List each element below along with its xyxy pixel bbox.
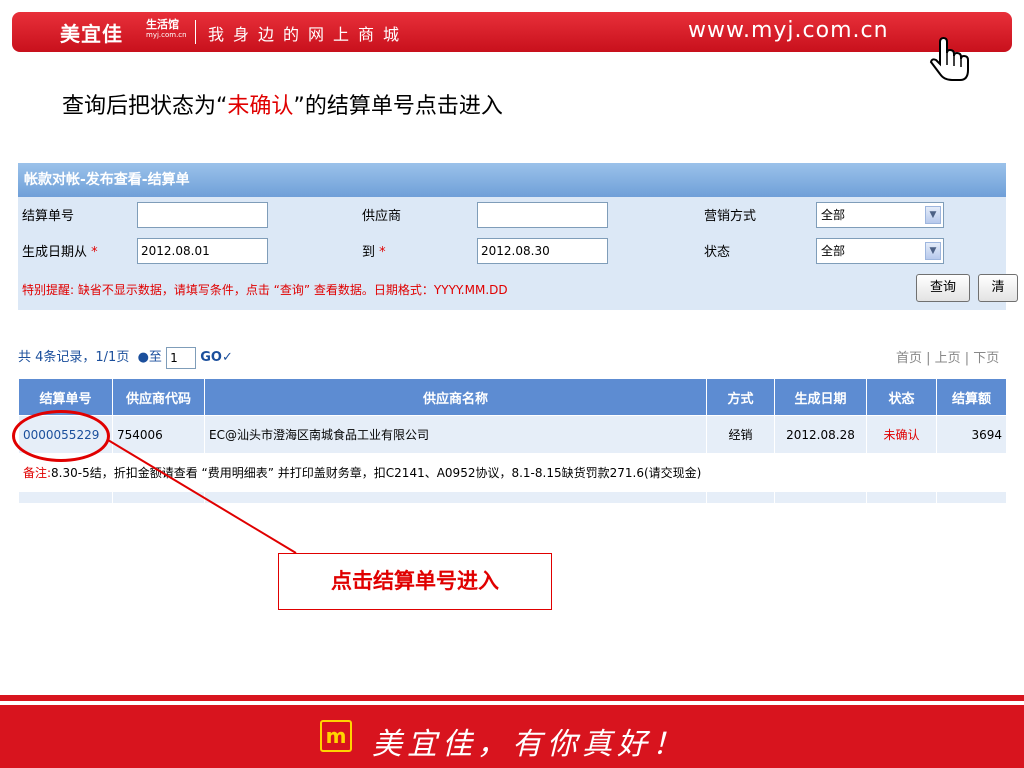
status-value: 全部	[821, 244, 846, 258]
callout-box: 点击结算单号进入	[278, 553, 552, 610]
logo-mark: m	[325, 724, 347, 748]
query-form: 结算单号 供应商 营销方式 全部 ▼ 生成日期从 * 到 * 状态 全部 ▼ 特…	[18, 197, 1018, 310]
date-cell: 2012.08.28	[774, 415, 867, 454]
supplier-input[interactable]	[477, 202, 608, 228]
footer-divider	[0, 695, 1024, 701]
footer-bar: m 美宜佳，有你真好！	[0, 705, 1024, 768]
required-mark: *	[91, 245, 98, 260]
brand-subtitle: 生活馆 myj.com.cn	[146, 18, 187, 40]
date-to-label: 到 *	[362, 241, 386, 260]
date-from-input[interactable]	[137, 238, 268, 264]
top-banner: 美宜佳 生活馆 myj.com.cn 我身边的网上商城 www.myj.com.…	[12, 12, 1012, 52]
partial-cell	[204, 491, 707, 504]
record-summary: 共 4条记录，1/1页	[18, 350, 130, 365]
date-to-input[interactable]	[477, 238, 608, 264]
supplier-label: 供应商	[362, 209, 402, 224]
highlight-ring	[12, 410, 110, 462]
status-cell: 未确认	[866, 415, 937, 454]
status-label: 状态	[704, 245, 731, 260]
col-header-status[interactable]: 状态	[866, 378, 937, 416]
status-select[interactable]: 全部 ▼	[816, 238, 944, 264]
query-button[interactable]: 查询	[916, 274, 970, 302]
special-hint: 特别提醒: 缺省不显示数据，请填写条件，点击 “查询” 查看数据。日期格式：YY…	[22, 283, 508, 297]
chevron-down-icon[interactable]: ▼	[925, 206, 941, 224]
partial-cell	[112, 491, 205, 504]
site-url-link[interactable]: www.myj.com.cn	[688, 18, 889, 43]
goto-label: ●至	[137, 350, 162, 365]
brand-sub-domain: myj.com.cn	[146, 31, 187, 39]
supplier-name-cell: EC@汕头市澄海区南城食品工业有限公司	[204, 415, 707, 454]
partial-cell	[936, 491, 1007, 504]
sales-mode-select[interactable]: 全部 ▼	[816, 202, 944, 228]
sales-mode-value: 全部	[821, 208, 846, 222]
settlement-no-label: 结算单号	[22, 209, 75, 224]
table-row: 0000055229 754006 EC@汕头市澄海区南城食品工业有限公司 经销…	[18, 415, 1007, 454]
clear-button[interactable]: 清	[978, 274, 1018, 302]
note-cell: 备注:8.30-5结，折扣金额请查看 “费用明细表” 并打印盖财务章，扣C214…	[18, 453, 1007, 492]
hand-pointer-icon	[929, 36, 969, 81]
date-from-label-text: 生成日期从	[22, 245, 88, 260]
instruction-text: 查询后把状态为“未确认”的结算单号点击进入	[62, 88, 503, 120]
page-number-input[interactable]: 1	[166, 346, 197, 369]
chevron-down-icon[interactable]: ▼	[925, 242, 941, 260]
col-header-amount[interactable]: 结算额	[936, 378, 1007, 416]
banner-divider	[195, 20, 196, 44]
partial-cell	[18, 491, 113, 504]
note-text: 8.30-5结，折扣金额请查看 “费用明细表” 并打印盖财务章，扣C2141、A…	[51, 466, 702, 480]
required-mark: *	[379, 245, 386, 260]
instruction-prefix: 查询后把状态为“	[62, 94, 228, 119]
pager[interactable]: 首页 | 上页 | 下页	[896, 347, 999, 366]
date-from-label: 生成日期从 *	[22, 241, 98, 260]
banner-slogan: 我身边的网上商城	[208, 25, 409, 44]
instruction-highlight: 未确认	[227, 94, 294, 119]
partial-cell	[774, 491, 867, 504]
table-row-partial	[18, 491, 1007, 504]
mode-cell: 经销	[706, 415, 775, 454]
table-header-row: 结算单号 供应商代码 供应商名称 方式 生成日期 状态 结算额	[18, 378, 1007, 416]
date-to-label-text: 到	[362, 245, 376, 260]
footer-slogan: 美宜佳，有你真好！	[372, 727, 687, 762]
brand-sub-main: 生活馆	[146, 18, 179, 31]
amount-cell: 3694	[936, 415, 1007, 454]
col-header-supplier-code[interactable]: 供应商代码	[112, 378, 205, 416]
records-bar: 共 4条记录，1/1页 ●至 1 GO✓	[18, 346, 233, 369]
note-label: 备注:	[23, 466, 52, 480]
col-header-supplier-name[interactable]: 供应商名称	[204, 378, 707, 416]
settlement-table: 结算单号 供应商代码 供应商名称 方式 生成日期 状态 结算额 00000552…	[18, 378, 1007, 504]
brand-logo-text: 美宜佳	[60, 22, 123, 46]
supplier-code-cell: 754006	[112, 415, 205, 454]
partial-cell	[866, 491, 937, 504]
col-header-mode[interactable]: 方式	[706, 378, 775, 416]
go-button[interactable]: GO✓	[200, 350, 233, 365]
panel-title: 帐款对帐-发布查看-结算单	[18, 163, 1006, 197]
myj-logo-icon: m	[320, 720, 352, 752]
partial-cell	[706, 491, 775, 504]
col-header-date[interactable]: 生成日期	[774, 378, 867, 416]
instruction-suffix: ”的结算单号点击进入	[293, 94, 503, 119]
sales-mode-label: 营销方式	[704, 209, 757, 224]
note-row: 备注:8.30-5结，折扣金额请查看 “费用明细表” 并打印盖财务章，扣C214…	[18, 453, 1007, 492]
settlement-no-input[interactable]	[137, 202, 268, 228]
